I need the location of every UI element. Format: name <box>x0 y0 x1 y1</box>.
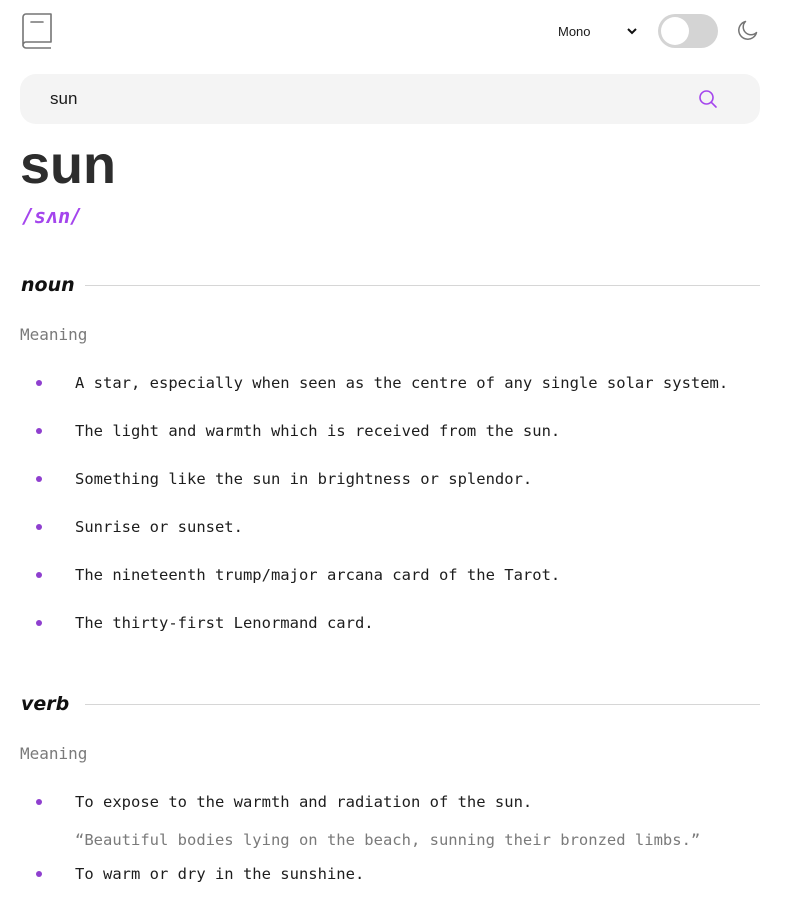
word-title: sun <box>20 135 117 195</box>
bullet <box>36 428 42 434</box>
divider <box>85 704 760 705</box>
definition-text: To warm or dry in the sunshine. <box>75 865 365 883</box>
definition-text: The light and warmth which is received f… <box>75 422 561 440</box>
font-select-value: Mono <box>558 23 591 39</box>
definition-text: To expose to the warmth and radiation of… <box>75 793 533 811</box>
phonetic: /sʌn/ <box>22 204 83 228</box>
bullet <box>36 871 42 877</box>
divider <box>85 285 760 286</box>
book-icon[interactable] <box>20 12 54 50</box>
bullet <box>36 524 42 530</box>
meaning-heading: Meaning <box>20 325 88 344</box>
part-of-speech-row: verb <box>20 689 760 719</box>
search-bar <box>20 74 760 124</box>
definition-text: Sunrise or sunset. <box>75 518 243 536</box>
search-icon[interactable] <box>698 89 718 109</box>
definition-text: The nineteenth trump/major arcana card o… <box>75 566 561 584</box>
definition-text: A star, especially when seen as the cent… <box>75 374 729 392</box>
search-input[interactable] <box>50 74 690 124</box>
definition-text: Something like the sun in brightness or … <box>75 470 533 488</box>
example-text: “Beautiful bodies lying on the beach, su… <box>75 831 701 849</box>
bullet <box>36 572 42 578</box>
font-select[interactable]: Mono <box>558 20 638 42</box>
bullet <box>36 380 42 386</box>
toggle-knob <box>661 17 689 45</box>
definition-text: The thirty-first Lenormand card. <box>75 614 374 632</box>
part-of-speech-row: noun <box>20 270 760 300</box>
chevron-down-icon <box>627 28 637 35</box>
part-of-speech: verb <box>21 693 70 715</box>
meaning-heading: Meaning <box>20 744 88 763</box>
moon-icon <box>738 20 758 40</box>
part-of-speech: noun <box>21 274 75 296</box>
bullet <box>36 799 42 805</box>
bullet <box>36 476 42 482</box>
theme-toggle[interactable] <box>658 14 718 48</box>
app-header: Mono <box>20 12 760 52</box>
bullet <box>36 620 42 626</box>
